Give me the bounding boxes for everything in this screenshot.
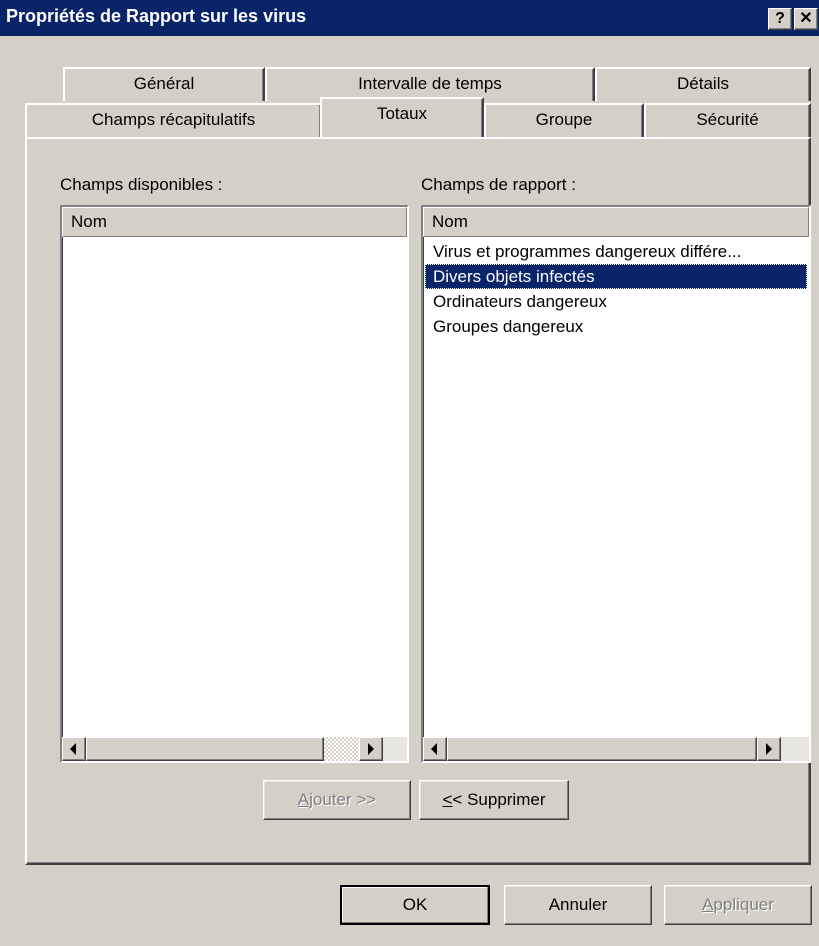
available-column-header-nom[interactable]: Nom xyxy=(62,207,407,237)
window-title: Propriétés de Rapport sur les virus xyxy=(6,6,307,26)
remove-button[interactable]: << Supprimer xyxy=(419,780,569,820)
apply-button[interactable]: Appliquer xyxy=(664,885,812,925)
list-item-ordinateurs-dangereux[interactable]: Ordinateurs dangereux xyxy=(425,289,807,314)
tab-general[interactable]: Général xyxy=(63,67,265,101)
scroll-thumb[interactable] xyxy=(86,737,324,761)
report-fields-list[interactable]: Nom Virus et programmes dangereux différ… xyxy=(421,205,811,763)
scroll-thumb[interactable] xyxy=(447,737,757,761)
arrow-right-icon xyxy=(766,743,772,755)
tab-intervalle-de-temps[interactable]: Intervalle de temps xyxy=(265,67,595,101)
arrow-right-icon xyxy=(368,743,374,755)
help-button[interactable]: ? xyxy=(768,8,792,30)
report-rows: Virus et programmes dangereux différe...… xyxy=(425,239,807,339)
apply-label: ppliquer xyxy=(713,895,774,914)
list-item-groupes-dangereux[interactable]: Groupes dangereux xyxy=(425,314,807,339)
arrow-left-icon xyxy=(431,743,437,755)
scroll-left-button[interactable] xyxy=(423,737,447,761)
add-button[interactable]: Ajouter >> xyxy=(263,780,411,820)
close-button[interactable]: ✕ xyxy=(794,8,818,30)
add-mnemonic: A xyxy=(297,790,310,809)
ok-button[interactable]: OK xyxy=(340,885,490,925)
report-column-header-nom[interactable]: Nom xyxy=(423,207,809,237)
report-fields-label: Champs de rapport : xyxy=(421,175,576,194)
tab-securite[interactable]: Sécurité xyxy=(644,103,811,137)
tab-panel-totaux: Champs disponibles : Champs de rapport :… xyxy=(25,137,811,865)
remove-label: < Supprimer xyxy=(452,790,546,809)
tab-groupe[interactable]: Groupe xyxy=(484,103,644,137)
list-item-virus-programmes[interactable]: Virus et programmes dangereux différe... xyxy=(425,239,807,264)
available-fields-label: Champs disponibles : xyxy=(60,175,223,194)
list-item-divers-objets-infectes[interactable]: Divers objets infectés xyxy=(425,264,807,289)
scroll-right-button[interactable] xyxy=(359,737,383,761)
scroll-left-button[interactable] xyxy=(62,737,86,761)
arrow-left-icon xyxy=(70,743,76,755)
tab-details[interactable]: Détails xyxy=(595,67,811,101)
scroll-right-button[interactable] xyxy=(757,737,781,761)
cancel-button[interactable]: Annuler xyxy=(504,885,652,925)
add-label: jouter >> xyxy=(309,790,377,809)
title-bar[interactable]: Propriétés de Rapport sur les virus ? ✕ xyxy=(0,0,819,36)
scroll-track[interactable] xyxy=(324,737,359,761)
available-horizontal-scrollbar[interactable] xyxy=(62,737,407,761)
tab-champs-recapitulatifs[interactable]: Champs récapitulatifs xyxy=(25,103,322,137)
report-horizontal-scrollbar[interactable] xyxy=(423,737,809,761)
remove-mnemonic: < xyxy=(442,790,453,809)
tab-totaux[interactable]: Totaux xyxy=(320,97,484,137)
available-fields-list[interactable]: Nom xyxy=(60,205,409,763)
apply-mnemonic: A xyxy=(702,895,714,914)
